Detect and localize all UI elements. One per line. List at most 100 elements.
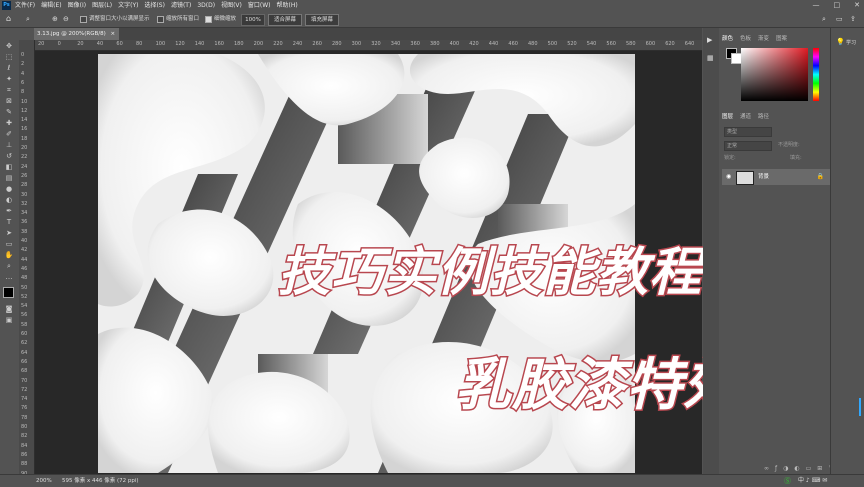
magic-wand-tool-icon[interactable]: ✦ — [3, 75, 15, 84]
workspace-icon[interactable]: ▭ — [836, 11, 843, 27]
zoom-tool-sidebar-icon[interactable]: ⌕ — [3, 262, 15, 271]
properties-panel-icon[interactable]: ▦ — [707, 54, 714, 62]
tab-layers[interactable]: 图层 — [722, 112, 733, 122]
screen-mode-icon[interactable]: ▣ — [3, 316, 15, 325]
status-zoom[interactable]: 200% — [36, 475, 52, 487]
history-panel-icon[interactable]: ▶ — [707, 36, 712, 44]
scroll-indicator[interactable] — [859, 398, 861, 416]
menu-item[interactable]: 视图(V) — [221, 0, 242, 11]
maximize-button[interactable]: □ — [834, 0, 841, 11]
ruler-tick-label: 70 — [21, 377, 28, 384]
menu-item[interactable]: 3D(D) — [197, 0, 215, 11]
type-tool-icon[interactable]: T — [3, 218, 15, 227]
ruler-tick-label: 60 — [116, 41, 123, 47]
zoom-all-option[interactable]: 缩放所有窗口 — [157, 11, 199, 27]
scrubby-zoom-option[interactable]: 细微缩放 — [205, 11, 236, 27]
zoom-in-icon[interactable]: ⊕ — [52, 11, 58, 27]
marquee-tool-icon[interactable]: ⬚ — [3, 53, 15, 62]
layer-kind-filter[interactable]: 类型 — [724, 127, 772, 137]
lasso-tool-icon[interactable]: ℓ — [3, 64, 15, 73]
tab-patterns[interactable]: 图案 — [776, 34, 787, 44]
ruler-tick-label: 50 — [21, 284, 28, 291]
search-icon[interactable]: ⌕ — [822, 11, 826, 27]
home-icon[interactable]: ⌂ — [6, 11, 11, 27]
frame-tool-icon[interactable]: ⊠ — [3, 97, 15, 106]
history-brush-icon[interactable]: ↺ — [3, 152, 15, 161]
input-method-icon[interactable]: Ⓢ — [784, 475, 791, 487]
eraser-tool-icon[interactable]: ◧ — [3, 163, 15, 172]
ruler-tick-label: 80 — [136, 41, 143, 47]
ruler-tick-label: 36 — [21, 219, 28, 226]
layer-row-background[interactable]: ◉ 背景 🔒 — [722, 169, 830, 185]
menu-item[interactable]: 滤镜(T) — [171, 0, 191, 11]
adjustment-icon[interactable]: ◐ — [794, 465, 799, 472]
ruler-tick-label: 16 — [21, 126, 28, 133]
ruler-tick-label: 560 — [606, 41, 616, 47]
tab-channels[interactable]: 通道 — [740, 112, 751, 122]
move-tool-icon[interactable]: ✥ — [3, 42, 15, 51]
ruler-tick-label: 20 — [21, 145, 28, 151]
group-icon[interactable]: ▭ — [806, 465, 812, 472]
fill-screen-button[interactable]: 填充屏幕 — [305, 14, 340, 26]
link-layers-icon[interactable]: ∞ — [764, 465, 769, 472]
document-tab[interactable]: 3.13.jpg @ 200%(RGB/8) × — [34, 28, 119, 40]
menu-item[interactable]: 图层(L) — [92, 0, 112, 11]
tab-color[interactable]: 颜色 — [722, 34, 733, 44]
close-window-button[interactable]: ✕ — [854, 0, 860, 11]
fit-screen-button[interactable]: 适合屏幕 — [268, 14, 303, 26]
zoom-out-icon[interactable]: ⊖ — [63, 11, 69, 27]
hue-slider[interactable] — [813, 48, 819, 101]
ruler-tick-label: 380 — [430, 41, 440, 47]
zoom-all-checkbox[interactable] — [157, 15, 164, 23]
ruler-tick-label: 22 — [21, 154, 28, 161]
ruler-tick-label: 26 — [21, 172, 28, 179]
shape-tool-icon[interactable]: ▭ — [3, 240, 15, 249]
scrubby-zoom-checkbox[interactable] — [205, 15, 212, 23]
brush-tool-icon[interactable]: ✐ — [3, 130, 15, 139]
hand-tool-icon[interactable]: ✋ — [3, 251, 15, 260]
tab-swatches[interactable]: 色板 — [740, 34, 751, 44]
zoom-value-field[interactable]: 100% — [241, 14, 265, 26]
minimize-button[interactable]: — — [813, 0, 820, 11]
blend-mode-select[interactable]: 正常 — [724, 141, 772, 151]
menu-item[interactable]: 帮助(H) — [277, 0, 298, 11]
mask-icon[interactable]: ◑ — [783, 465, 788, 472]
resize-windows-option[interactable]: 调整窗口大小以满屏显示 — [80, 11, 150, 27]
menu-item[interactable]: 窗口(W) — [248, 0, 271, 11]
fill-label: 填充: — [790, 155, 802, 161]
ruler-tick-label: 360 — [410, 41, 420, 47]
color-picker-field[interactable] — [741, 48, 808, 101]
menu-item[interactable]: 图像(I) — [68, 0, 86, 11]
share-icon[interactable]: ⇪ — [850, 11, 856, 27]
close-tab-icon[interactable]: × — [110, 31, 115, 37]
crop-tool-icon[interactable]: ⌗ — [3, 86, 15, 95]
blur-tool-icon[interactable]: ● — [3, 185, 15, 194]
ruler-tick-label: 200 — [253, 41, 264, 47]
healing-brush-icon[interactable]: ✚ — [3, 119, 15, 128]
resize-windows-checkbox[interactable] — [80, 15, 87, 23]
learn-label[interactable]: 学习 — [846, 39, 856, 46]
tab-paths[interactable]: 路径 — [758, 112, 769, 122]
menu-item[interactable]: 文字(Y) — [118, 0, 138, 11]
lightbulb-icon[interactable]: 💡 — [836, 38, 845, 46]
eyedropper-tool-icon[interactable]: ✎ — [3, 108, 15, 117]
zoom-tool-icon[interactable]: ⌕ — [26, 11, 30, 27]
menu-item[interactable]: 文件(F) — [15, 0, 35, 11]
tab-gradients[interactable]: 渐变 — [758, 34, 769, 44]
menu-item[interactable]: 选择(S) — [144, 0, 165, 11]
path-selection-icon[interactable]: ➤ — [3, 229, 15, 238]
visibility-eye-icon[interactable]: ◉ — [726, 169, 731, 185]
overlay-title-line-2: 乳胶漆特效 — [454, 352, 741, 420]
pen-tool-icon[interactable]: ✒ — [3, 207, 15, 216]
gradient-tool-icon[interactable]: ▤ — [3, 174, 15, 183]
dodge-tool-icon[interactable]: ◐ — [3, 196, 15, 205]
fx-icon[interactable]: ƒ — [775, 465, 777, 472]
ruler-tick-label: 58 — [21, 321, 28, 328]
new-layer-icon[interactable]: ⊞ — [817, 465, 822, 472]
menu-item[interactable]: 编辑(E) — [41, 0, 61, 11]
clone-stamp-icon[interactable]: ⊥ — [3, 141, 15, 150]
more-tools-icon[interactable]: … — [3, 273, 15, 282]
foreground-color-swatch[interactable] — [3, 287, 14, 298]
quick-mask-icon[interactable]: ◙ — [3, 305, 15, 314]
overlay-title-line-1: 技巧实例技能教程 — [276, 242, 703, 305]
